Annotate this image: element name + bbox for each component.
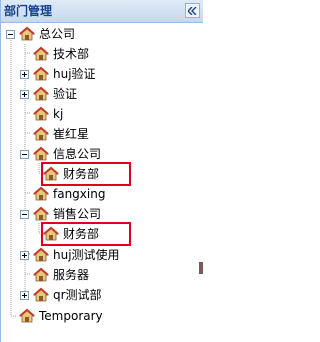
house-icon: [43, 226, 59, 242]
collapse-node-icon[interactable]: [19, 209, 30, 220]
tree-node[interactable]: 服务器: [33, 265, 90, 285]
tree-node-label: 销售公司: [53, 207, 102, 221]
house-icon: [33, 267, 49, 283]
tree-node-selected[interactable]: 财务部: [41, 222, 131, 246]
department-panel: 部门管理 总公司 技术部 huj验证 验证 kj 崔红星 信息公司 财务部 fa…: [0, 0, 203, 342]
house-icon: [33, 46, 49, 62]
splitter-handle[interactable]: [199, 262, 203, 274]
tree-node-root[interactable]: 总公司: [5, 24, 76, 44]
house-icon: [33, 247, 49, 263]
expand-node-icon[interactable]: [19, 89, 30, 100]
tree-node-label: 财务部: [63, 227, 100, 241]
tree-node[interactable]: 信息公司: [19, 144, 102, 164]
collapse-node-icon[interactable]: [5, 29, 16, 40]
tree-node[interactable]: 验证: [19, 84, 78, 104]
tree-node[interactable]: 销售公司: [19, 204, 102, 224]
tree-node-label: 验证: [53, 87, 78, 101]
tree-node-temporary[interactable]: Temporary: [19, 306, 104, 326]
house-icon: [43, 166, 59, 182]
tree-node-label: 总公司: [39, 27, 76, 41]
collapse-node-icon[interactable]: [19, 149, 30, 160]
expand-node-icon[interactable]: [19, 290, 30, 301]
tree-node[interactable]: qr测试部: [19, 285, 103, 305]
house-icon: [33, 106, 49, 122]
house-icon: [33, 206, 49, 222]
house-icon: [33, 186, 49, 202]
tree-node-label: 崔红星: [53, 127, 90, 141]
department-tree: 总公司 技术部 huj验证 验证 kj 崔红星 信息公司 财务部 fangxin…: [1, 24, 203, 342]
tree-node-label: qr测试部: [53, 288, 102, 302]
tree-node-label: huj验证: [53, 67, 96, 81]
tree-node-label: kj: [53, 107, 64, 121]
tree-node-selected[interactable]: 财务部: [41, 162, 131, 186]
house-icon: [33, 146, 49, 162]
tree-node-label: 财务部: [63, 167, 100, 181]
house-icon: [33, 86, 49, 102]
tree-node[interactable]: fangxing: [33, 184, 106, 204]
tree-node-label: 信息公司: [53, 147, 102, 161]
house-icon: [33, 287, 49, 303]
tree-node-label: Temporary: [39, 309, 103, 323]
tree-node-label: huj测试使用: [53, 248, 120, 262]
tree-node-label: fangxing: [53, 187, 106, 201]
expand-node-icon[interactable]: [19, 250, 30, 261]
tree-node[interactable]: 技术部: [33, 44, 90, 64]
house-icon: [33, 126, 49, 142]
tree-node-label: 服务器: [53, 268, 90, 282]
house-icon: [19, 308, 35, 324]
house-icon: [19, 26, 35, 42]
tree-node[interactable]: huj测试使用: [19, 245, 121, 265]
tree-node[interactable]: huj验证: [19, 64, 97, 84]
tree-node[interactable]: kj: [33, 104, 64, 124]
expand-node-icon[interactable]: [19, 69, 30, 80]
tree-node-label: 技术部: [53, 47, 90, 61]
house-icon: [33, 66, 49, 82]
tree-node[interactable]: 崔红星: [33, 124, 90, 144]
